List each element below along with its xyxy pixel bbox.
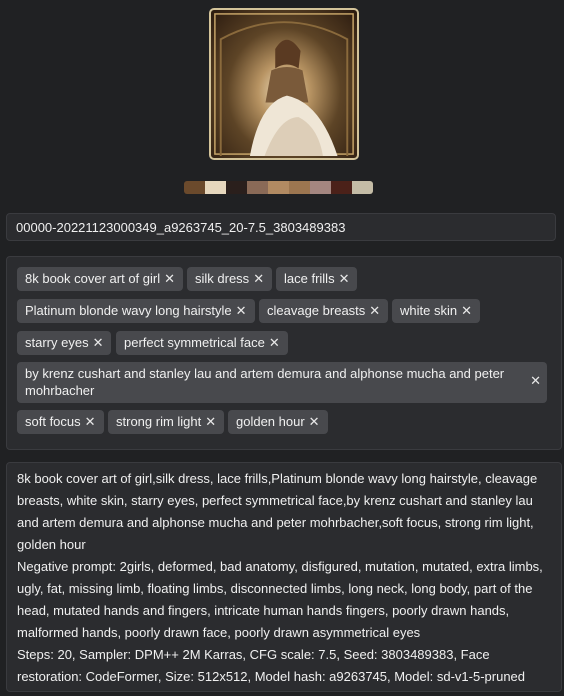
tag-chip[interactable]: lace frills ✕: [276, 267, 358, 291]
palette-swatch: [289, 181, 310, 194]
tag-chip[interactable]: strong rim light ✕: [108, 410, 225, 434]
tag-label: perfect symmetrical face: [124, 335, 265, 350]
filename-field[interactable]: 00000-20221123000349_a9263745_20-7.5_380…: [6, 213, 556, 241]
positive-prompt: 8k book cover art of girl,silk dress, la…: [17, 471, 538, 552]
remove-tag-icon[interactable]: ✕: [164, 271, 175, 286]
palette-swatch: [226, 181, 247, 194]
tag-label: cleavage breasts: [267, 303, 366, 318]
prompt-tags-box: 8k book cover art of girl ✕ silk dress ✕ l…: [6, 256, 562, 450]
tag-label: 8k book cover art of girl: [25, 271, 161, 286]
tag-label: soft focus: [25, 414, 81, 429]
palette-swatch: [268, 181, 289, 194]
remove-tag-icon[interactable]: ✕: [85, 414, 96, 429]
tag-label: lace frills: [284, 271, 335, 286]
generation-info-text[interactable]: 8k book cover art of girl,silk dress, la…: [6, 462, 562, 692]
palette-swatch: [184, 181, 205, 194]
filename-text: 00000-20221123000349_a9263745_20-7.5_380…: [16, 220, 346, 235]
tag-chip[interactable]: starry eyes ✕: [17, 331, 112, 355]
remove-tag-icon[interactable]: ✕: [93, 335, 104, 350]
negative-prompt: Negative prompt: 2girls, deformed, bad a…: [17, 559, 543, 640]
generated-image-thumbnail[interactable]: [209, 8, 359, 160]
image-artwork: [214, 13, 354, 157]
tag-chip[interactable]: Platinum blonde wavy long hairstyle ✕: [17, 299, 255, 323]
remove-tag-icon[interactable]: ✕: [205, 414, 216, 429]
palette-swatch: [352, 181, 373, 194]
remove-tag-icon[interactable]: ✕: [269, 335, 280, 350]
tag-chip[interactable]: perfect symmetrical face ✕: [116, 331, 288, 355]
remove-tag-icon[interactable]: ✕: [253, 271, 264, 286]
tag-chip[interactable]: white skin ✕: [392, 299, 480, 323]
tag-label: white skin: [400, 303, 458, 318]
remove-tag-icon[interactable]: ✕: [309, 414, 320, 429]
remove-tag-icon[interactable]: ✕: [369, 303, 380, 318]
remove-tag-icon[interactable]: ✕: [530, 372, 541, 389]
generation-parameters: Steps: 20, Sampler: DPM++ 2M Karras, CFG…: [17, 647, 526, 684]
tag-label: golden hour: [236, 414, 305, 429]
tag-label: silk dress: [195, 271, 250, 286]
tag-chip[interactable]: soft focus ✕: [17, 410, 104, 434]
tag-chip[interactable]: 8k book cover art of girl ✕: [17, 267, 184, 291]
tag-chip[interactable]: cleavage breasts ✕: [259, 299, 389, 323]
palette-swatch: [331, 181, 352, 194]
tag-label: Platinum blonde wavy long hairstyle: [25, 303, 232, 318]
palette-swatch: [310, 181, 331, 194]
tag-label: starry eyes: [25, 335, 89, 350]
palette-swatch: [205, 181, 226, 194]
tag-label: by krenz cushart and stanley lau and art…: [25, 366, 505, 398]
tag-chip[interactable]: silk dress ✕: [187, 267, 273, 291]
palette-swatch: [247, 181, 268, 194]
remove-tag-icon[interactable]: ✕: [339, 271, 350, 286]
remove-tag-icon[interactable]: ✕: [236, 303, 247, 318]
color-palette: [184, 181, 373, 194]
tag-chip[interactable]: by krenz cushart and stanley lau and art…: [17, 362, 547, 403]
tag-label: strong rim light: [116, 414, 202, 429]
remove-tag-icon[interactable]: ✕: [461, 303, 472, 318]
tag-chip[interactable]: golden hour ✕: [228, 410, 328, 434]
